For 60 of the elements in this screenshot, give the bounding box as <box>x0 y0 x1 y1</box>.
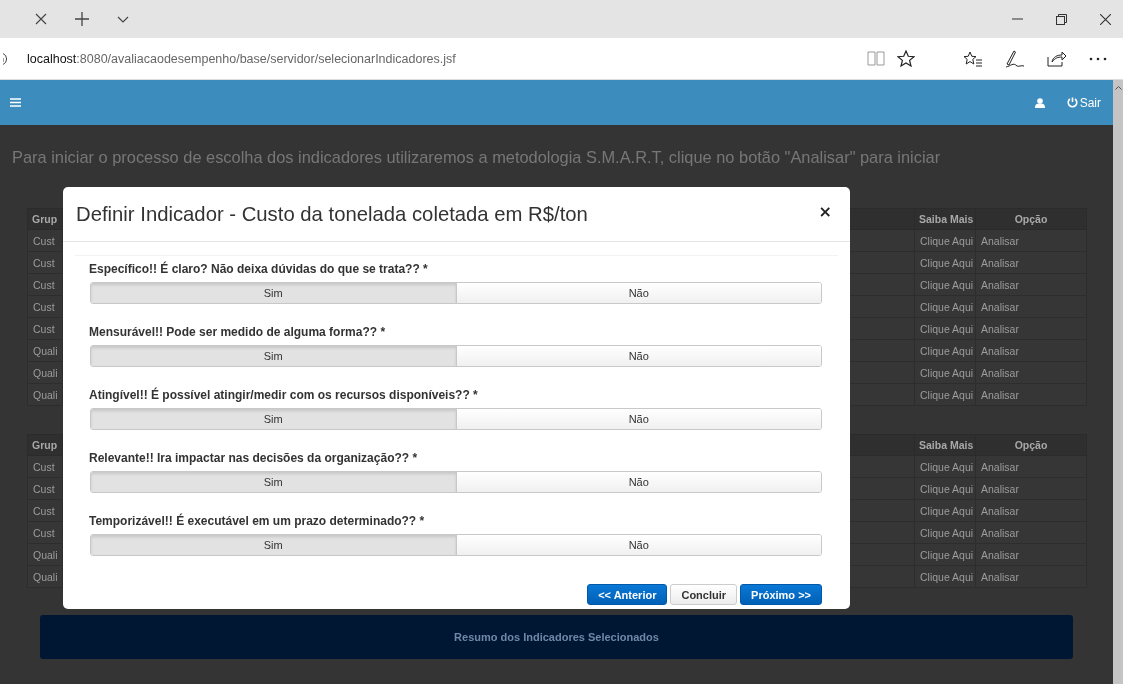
column-header: Grup <box>27 208 63 230</box>
table-cell: Quali <box>27 361 63 384</box>
question-label: Relevante!! Ira impactar nas decisões da organização?? * <box>89 450 419 466</box>
option-button[interactable]: Não <box>455 409 821 429</box>
scrollbar[interactable] <box>1113 80 1123 684</box>
finish-button[interactable]: Concluir <box>670 584 738 605</box>
option-button[interactable]: Não <box>455 283 821 303</box>
option-button[interactable]: Não <box>455 346 821 366</box>
option-button[interactable]: Sim <box>91 535 456 555</box>
close-icon[interactable] <box>35 13 47 25</box>
share-icon[interactable] <box>1047 50 1067 67</box>
nav-button[interactable]: << Anterior <box>587 584 668 605</box>
column-header: Saiba Mais <box>914 208 976 230</box>
column-header: Saiba Mais <box>914 434 976 456</box>
column-header: Opção <box>975 208 1087 230</box>
table-cell: Cust <box>27 229 63 252</box>
table-cell: Cust <box>27 499 63 522</box>
question-label: Atingível!! É possível atingir/medir com os recursos disponíveis?? * <box>89 387 479 403</box>
nav-button[interactable]: Próximo >> <box>740 584 822 605</box>
option-button[interactable]: Sim <box>91 346 456 366</box>
question-label: Específico!! É claro? Não deixa dúvidas do que se trata?? * <box>89 261 429 277</box>
table-cell: Quali <box>27 543 63 566</box>
close-icon[interactable] <box>1100 13 1111 25</box>
pen-icon[interactable] <box>1005 49 1025 68</box>
question-label: Mensurável!! Pode ser medido de alguma forma?? * <box>89 324 387 340</box>
option-button[interactable]: Sim <box>91 409 456 429</box>
table-cell: Cust <box>27 521 63 544</box>
table-cell: Cust <box>27 295 63 318</box>
column-header: Grup <box>27 434 63 456</box>
info-icon[interactable] <box>3 52 9 65</box>
table-cell: Quali <box>27 339 63 362</box>
plus-icon[interactable] <box>75 12 89 26</box>
option-button[interactable]: Não <box>455 472 821 492</box>
user-icon[interactable] <box>1034 97 1045 108</box>
question-label: Temporizável!! É executável em um prazo determinado?? * <box>89 513 426 529</box>
address-field[interactable]: localhost:8080/avaliacaodesempenho/base/servidor/selecionarIndicadores.jsf <box>27 51 867 66</box>
star-icon[interactable] <box>897 50 915 67</box>
close-button[interactable]: × <box>816 201 834 221</box>
column-header: Opção <box>975 434 1087 456</box>
table-cell: Quali <box>27 565 63 588</box>
more-icon[interactable] <box>1089 56 1107 61</box>
table-cell: Cust <box>27 251 63 274</box>
restore-icon[interactable] <box>1056 13 1067 25</box>
menu-icon[interactable] <box>10 98 21 107</box>
table-cell: Cust <box>27 273 63 296</box>
table-cell: Cust <box>27 317 63 340</box>
table-cell: Cust <box>27 455 63 478</box>
intro-text: Para iniciar o processo de escolha dos indicadores utilizaremos a metodologia S.M.A.R.T, clique no botão "Analisar" para iniciar <box>11 147 942 168</box>
table-cell: Cust <box>27 477 63 500</box>
option-button[interactable]: Não <box>455 535 821 555</box>
chevron-down-icon[interactable] <box>117 15 129 23</box>
summary-button[interactable]: Resumo dos Indicadores Selecionados <box>40 615 1073 659</box>
table-cell: Quali <box>27 383 63 406</box>
dialog-title: Definir Indicador - Custo da tonelada coletada em R$/ton <box>76 202 588 226</box>
logout-link[interactable]: Sair <box>1066 95 1101 110</box>
favorites-icon[interactable] <box>963 50 983 67</box>
option-button[interactable]: Sim <box>91 283 456 303</box>
scroll-up-icon[interactable] <box>1114 86 1122 90</box>
power-icon <box>1066 97 1078 108</box>
option-button[interactable]: Sim <box>91 472 456 492</box>
